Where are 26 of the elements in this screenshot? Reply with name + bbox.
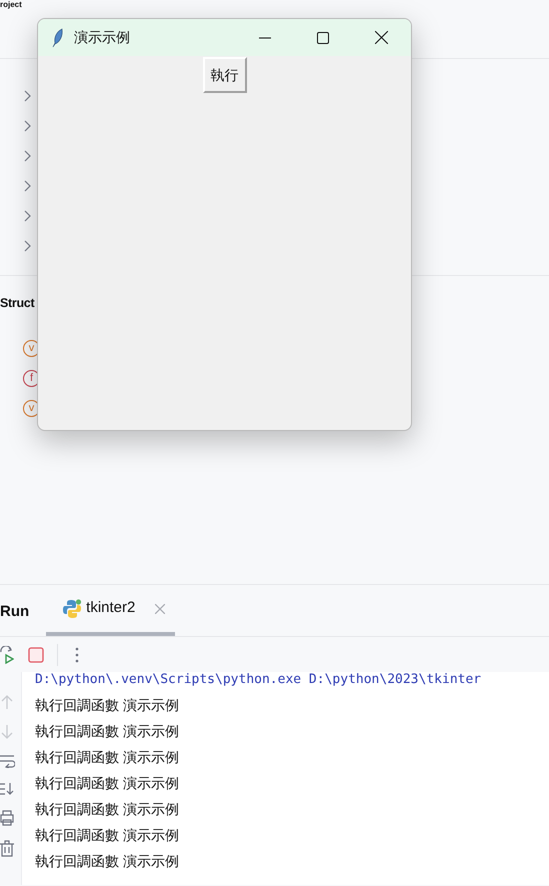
console-line: 執行回調函數 演示示例 [35, 722, 180, 741]
print-icon[interactable] [0, 810, 14, 826]
feather-icon [52, 28, 64, 48]
console-line: 執行回調函數 演示示例 [35, 696, 180, 715]
tab-label: tkinter2 [86, 598, 136, 618]
trash-icon[interactable] [0, 840, 14, 857]
console-line: 執行回調函數 演示示例 [35, 852, 180, 871]
python-icon [62, 598, 82, 618]
panel-title: roject [0, 0, 22, 9]
scroll-end-icon[interactable] [0, 782, 14, 796]
panel-title: Struct [0, 295, 34, 312]
window-title: 演示示例 [74, 28, 130, 47]
execute-button[interactable]: 執行 [202, 57, 246, 93]
run-tab[interactable]: tkinter2 [46, 585, 176, 636]
more-icon[interactable] [75, 646, 79, 662]
console-line: 執行回調函數 演示示例 [35, 748, 180, 767]
wrap-icon[interactable] [0, 754, 14, 768]
close-icon[interactable] [375, 31, 388, 44]
maximize-icon[interactable] [317, 32, 329, 44]
console-line: 執行回調函數 演示示例 [35, 774, 180, 793]
console-command: D:\python\.venv\Scripts\python.exe D:\python\2023\tkinter [35, 672, 482, 688]
panel-title: Run [0, 602, 30, 622]
console-line: 執行回調函數 演示示例 [35, 800, 180, 819]
rerun-icon[interactable] [0, 646, 14, 664]
stop-icon[interactable] [27, 646, 45, 664]
console-line: 執行回調函數 演示示例 [35, 826, 180, 845]
